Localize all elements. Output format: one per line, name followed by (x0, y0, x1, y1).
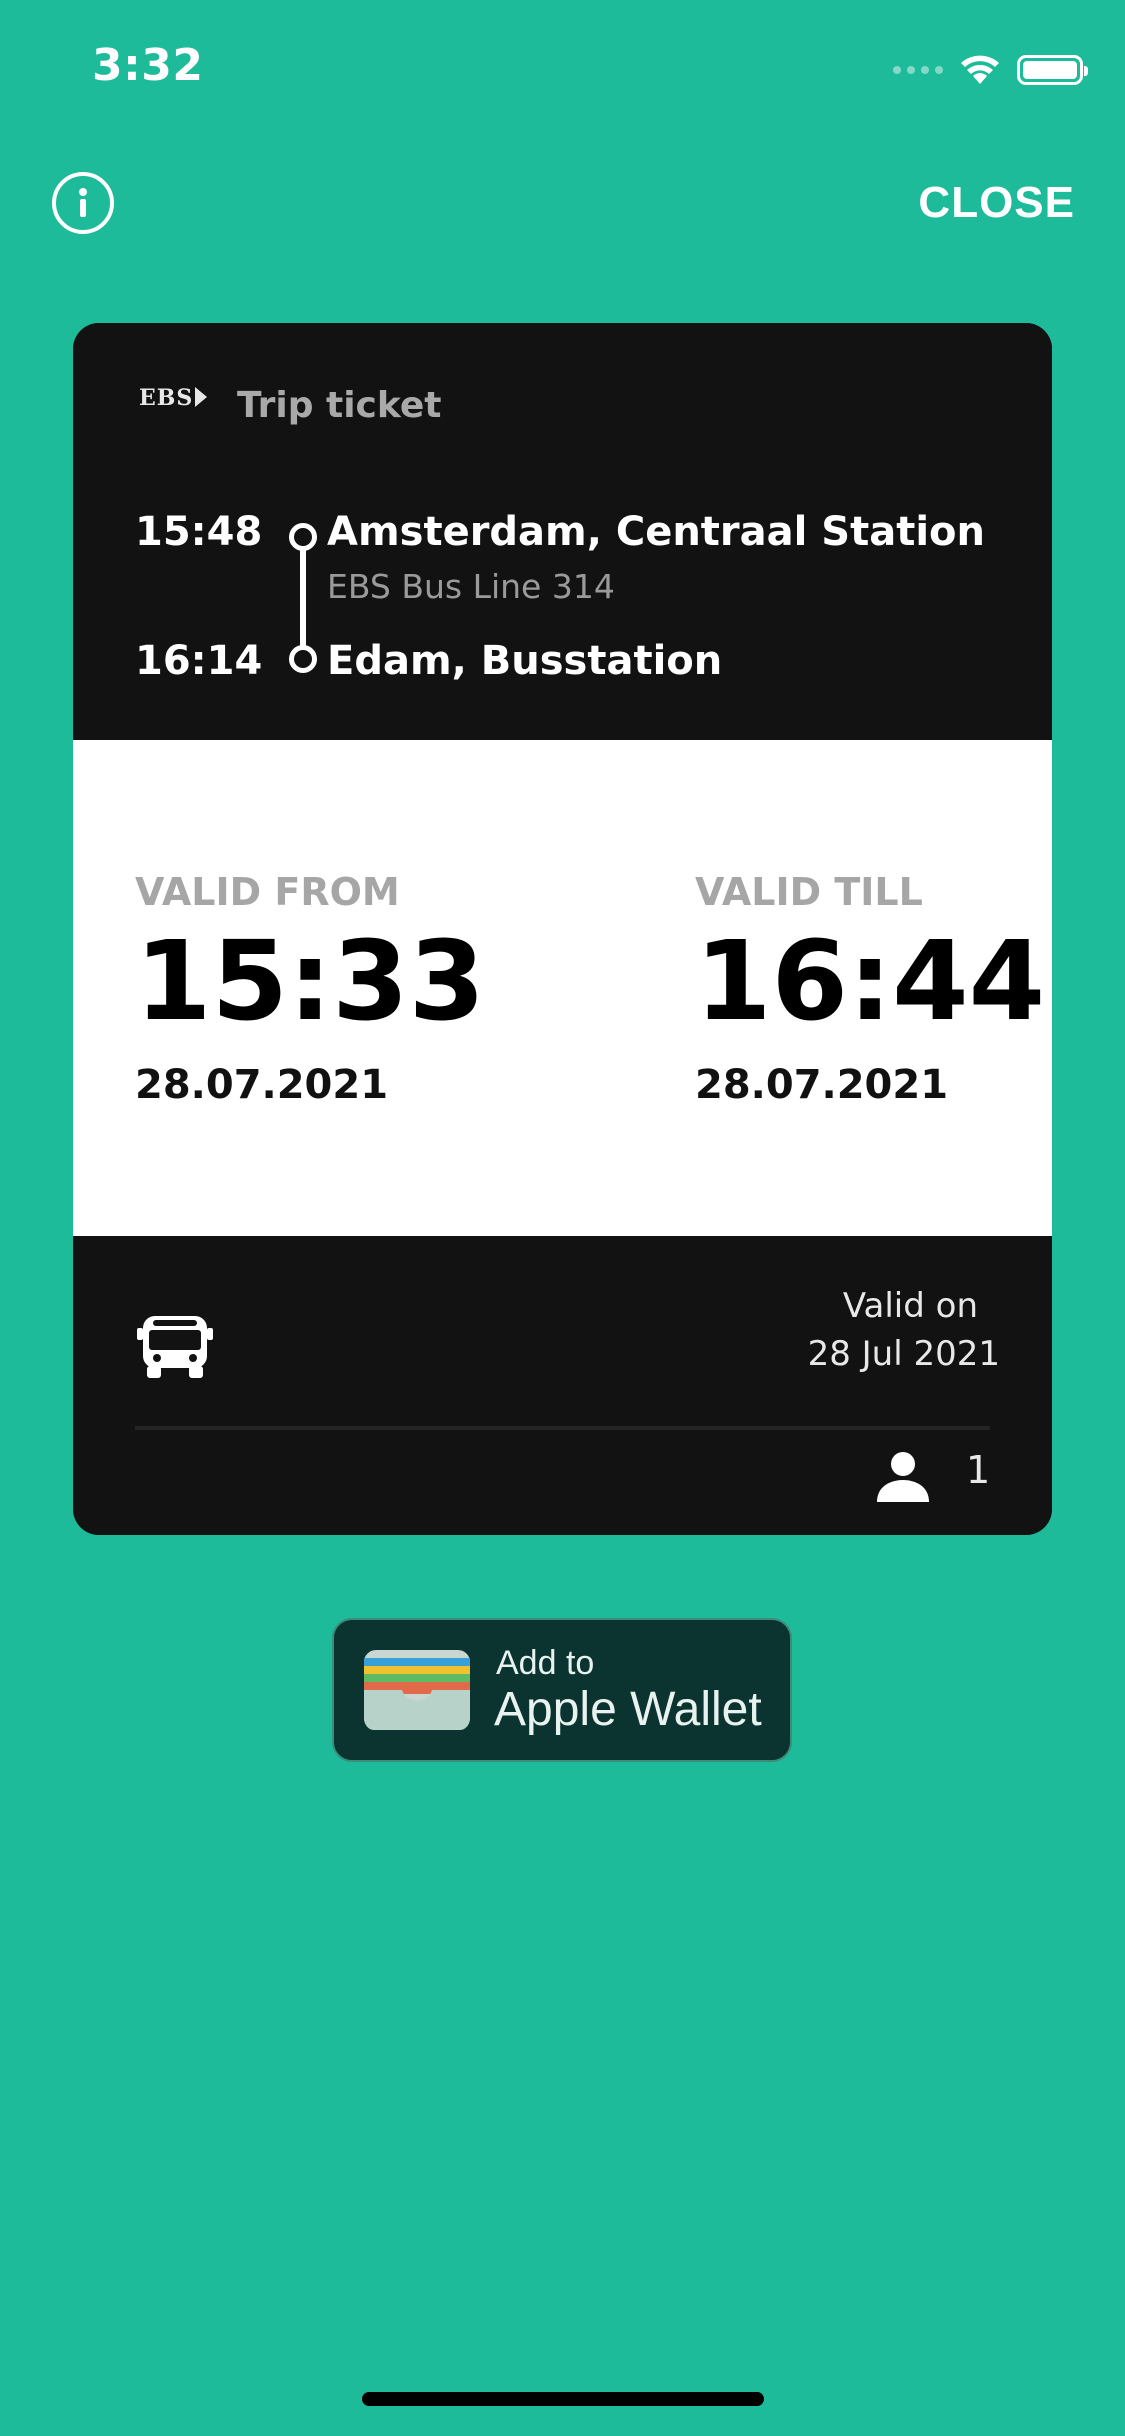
ticket-card: EBS Trip ticket 15:48 Amsterdam, Centraa… (73, 323, 1052, 1535)
status-icons (893, 50, 1088, 90)
wallet-button-line1: Add to (496, 1644, 595, 1682)
arrival-time: 16:14 (135, 638, 263, 684)
valid-from-time: 15:33 (135, 917, 486, 1045)
home-indicator (362, 2392, 764, 2406)
add-to-apple-wallet-button[interactable]: Add to Apple Wallet (332, 1618, 792, 1762)
close-button[interactable]: CLOSE (918, 178, 1075, 228)
valid-till-time: 16:44 (695, 917, 1046, 1045)
departure-station: Amsterdam, Centraal Station (327, 509, 985, 555)
ticket-validity-section: VALID FROM 15:33 28.07.2021 VALID TILL 1… (73, 740, 1052, 1236)
battery-icon (1017, 55, 1088, 85)
ticket-footer-section: Valid on 28 Jul 2021 1 (73, 1236, 1052, 1535)
departure-time: 15:48 (135, 509, 263, 555)
bus-icon (137, 1316, 213, 1378)
footer-divider (135, 1426, 990, 1430)
wallet-button-line2: Apple Wallet (494, 1683, 762, 1736)
valid-from-date: 28.07.2021 (135, 1062, 389, 1108)
valid-from-label: VALID FROM (135, 870, 400, 914)
valid-on-date: 28 Jul 2021 (807, 1334, 1000, 1374)
ticket-route-section: EBS Trip ticket 15:48 Amsterdam, Centraa… (73, 323, 1052, 740)
info-icon (79, 188, 87, 217)
ticket-type: Trip ticket (237, 385, 442, 426)
valid-till-date: 28.07.2021 (695, 1062, 949, 1108)
status-time: 3:32 (92, 40, 204, 91)
ebs-logo: EBS (139, 385, 208, 411)
signal-icon (893, 66, 943, 74)
route-line-icon (283, 523, 323, 673)
info-button[interactable] (52, 172, 114, 234)
wifi-icon (961, 55, 999, 84)
person-icon (877, 1452, 929, 1502)
valid-till-label: VALID TILL (695, 870, 923, 914)
passenger-count: 1 (966, 1448, 991, 1492)
valid-on-label: Valid on (842, 1286, 978, 1326)
bus-line-name: EBS Bus Line 314 (327, 567, 615, 606)
wallet-icon (364, 1650, 470, 1730)
arrival-station: Edam, Busstation (327, 638, 723, 684)
